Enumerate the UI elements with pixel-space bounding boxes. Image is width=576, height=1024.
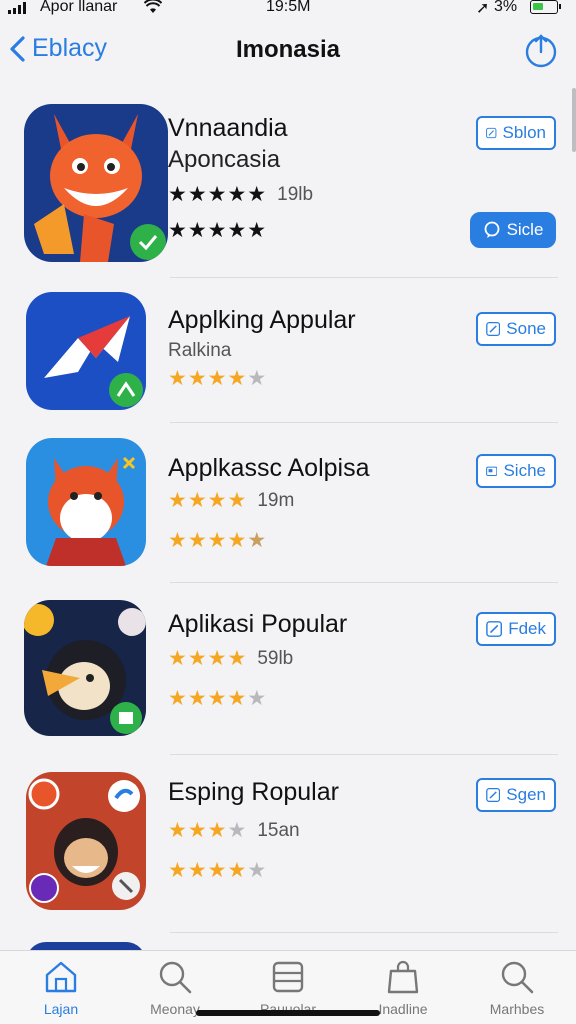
rating-stars: ★★★★ 19m xyxy=(168,488,294,513)
rating-count: 19lb xyxy=(277,183,314,205)
chart-app-icon xyxy=(26,292,146,410)
star-rating: ★★★ xyxy=(168,819,228,842)
search-icon xyxy=(501,961,534,994)
divider xyxy=(170,754,558,755)
tab-label: Marhbes xyxy=(489,1001,545,1017)
tab-search-secondary[interactable]: Marhbes xyxy=(462,959,572,1017)
bag-icon xyxy=(387,960,419,994)
signal-icon xyxy=(8,2,26,14)
app-action-button[interactable]: Sgen xyxy=(476,778,556,812)
button-label: Siche xyxy=(503,461,546,480)
tab-search[interactable]: Meonay xyxy=(120,959,230,1017)
divider xyxy=(170,932,558,933)
list-item[interactable]: Vnnaandia Aponcasia ★★★★★ 19lb ★★★★★ Sbl… xyxy=(0,90,576,278)
rating-stars: ★★★★ 59lb xyxy=(168,646,293,671)
list-item[interactable]: Applking Appular Ralkina ★★★★ ★ Sone xyxy=(0,278,576,424)
chat-icon xyxy=(484,221,499,238)
page-title: Imonasia xyxy=(235,36,341,63)
list-icon xyxy=(272,961,304,993)
star-rating: ★★★★ xyxy=(168,489,248,512)
tab-shop[interactable]: Inadline xyxy=(348,959,458,1017)
home-indicator[interactable] xyxy=(196,1010,380,1016)
app-name[interactable]: Vnnaandia xyxy=(168,114,288,143)
status-bar: Apor llanar 19:5M ➚ 3% xyxy=(0,0,576,20)
rating-count: 15an xyxy=(257,819,300,841)
button-label: Sblon xyxy=(502,123,546,142)
button-label: Sicle xyxy=(506,220,544,239)
rating-stars: ★★★★ ★ xyxy=(168,367,268,390)
app-name[interactable]: Aplikasi Popular xyxy=(168,610,347,639)
edit-icon xyxy=(486,621,503,637)
navigation-bar: Eblacy Imonasia xyxy=(0,24,576,80)
carrier-label: Apor llanar xyxy=(40,0,118,15)
star-rating: ★★★★ xyxy=(168,859,248,882)
star-rating: ★★★★ xyxy=(168,647,248,670)
home-icon xyxy=(45,961,77,993)
app-primary-button[interactable]: Sicle xyxy=(470,212,556,248)
app-action-button[interactable]: Siche xyxy=(476,454,556,488)
rating-stars-secondary: ★★★★★ xyxy=(168,218,267,243)
app-subtitle: Aponcasia xyxy=(168,146,281,173)
app-icon[interactable] xyxy=(26,292,146,410)
button-label: Fdek xyxy=(508,619,546,638)
tab-home[interactable]: Lajan xyxy=(6,959,116,1017)
location-icon: ➚ xyxy=(476,0,490,17)
app-icon[interactable] xyxy=(26,438,146,566)
button-label: Sone xyxy=(506,319,546,338)
character-app-icon xyxy=(26,772,146,910)
app-action-button[interactable]: Sblon xyxy=(476,116,556,150)
rating-stars-secondary: ★★★★★ xyxy=(168,859,268,882)
app-name[interactable]: Applkassc Aolpisa xyxy=(168,454,370,483)
divider xyxy=(170,582,558,583)
rating-stars-secondary: ★★★★★ xyxy=(168,687,268,710)
window-icon xyxy=(486,466,498,476)
star-rating: ★★★★ xyxy=(168,687,248,710)
star-rating: ★★★★★ xyxy=(168,183,268,206)
penguin-character-icon xyxy=(24,600,146,736)
divider xyxy=(170,422,558,423)
battery-icon xyxy=(530,0,561,14)
list-item[interactable]: Applkassc Aolpisa ★★★★ 19m ★★★★ ★ Siche xyxy=(0,424,576,584)
app-icon[interactable] xyxy=(26,772,146,910)
app-icon[interactable] xyxy=(24,104,168,262)
tab-popular[interactable]: Pauuolar xyxy=(233,959,343,1017)
wifi-icon xyxy=(144,0,162,13)
edit-icon xyxy=(486,322,501,336)
clock: 19:5M xyxy=(266,0,311,15)
rating-count: 59lb xyxy=(257,647,294,669)
app-name[interactable]: Esping Ropular xyxy=(168,778,339,807)
fox-character-icon xyxy=(26,438,146,566)
search-icon xyxy=(159,961,192,994)
rating-count: 19m xyxy=(257,489,295,511)
edit-icon xyxy=(486,788,501,802)
app-action-button[interactable]: Sone xyxy=(476,312,556,346)
rating-stars: ★★★ ★ 15an xyxy=(168,819,300,842)
star-rating: ★★★★ xyxy=(168,529,248,552)
star-rating: ★★★★ xyxy=(168,367,248,390)
fox-mascot-icon xyxy=(24,104,168,262)
share-icon[interactable] xyxy=(524,32,558,68)
app-name[interactable]: Applking Appular xyxy=(168,306,356,335)
list-item[interactable]: Aplikasi Popular ★★★★ 59lb ★★★★ ★ Fdek xyxy=(0,584,576,756)
button-label: Sgen xyxy=(506,785,546,804)
app-icon[interactable] xyxy=(24,600,146,736)
app-subtitle: Ralkina xyxy=(168,340,232,361)
star-rating: ★★★★★ xyxy=(168,219,268,242)
rating-stars: ★★★★★ 19lb xyxy=(168,182,313,207)
edit-icon xyxy=(486,127,497,139)
battery-percent: 3% xyxy=(494,0,518,15)
list-item[interactable]: Esping Ropular ★★★ ★ 15an ★★★★ ★ Sgen xyxy=(0,756,576,936)
rating-stars-secondary: ★★★★★ xyxy=(168,529,268,552)
tab-label: Lajan xyxy=(43,1001,79,1017)
app-action-button[interactable]: Fdek xyxy=(476,612,556,646)
